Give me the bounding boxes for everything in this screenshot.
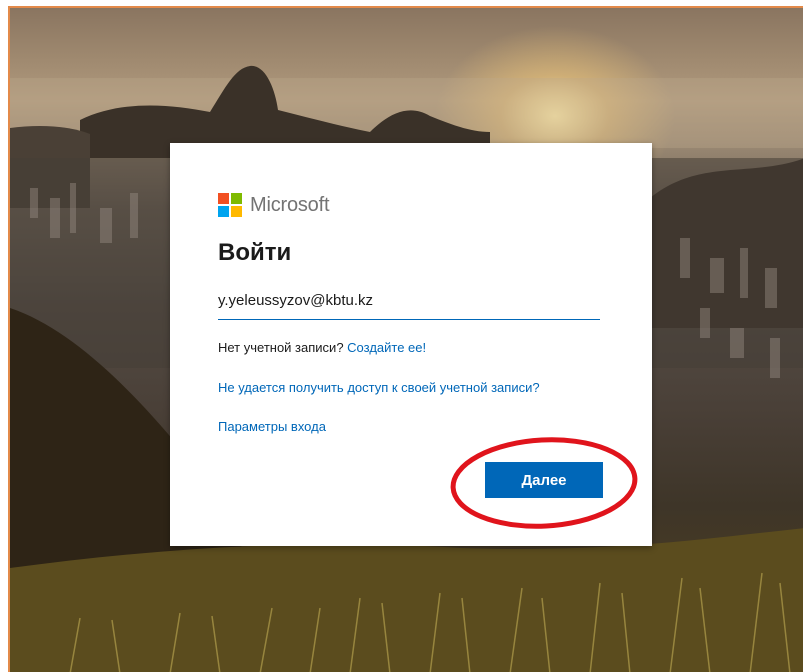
signin-options-link[interactable]: Параметры входа — [218, 419, 326, 434]
email-field[interactable] — [218, 285, 600, 315]
create-account-link[interactable]: Создайте ее! — [347, 340, 426, 355]
email-field-container — [218, 285, 600, 320]
brand-name: Microsoft — [250, 193, 330, 216]
signin-card: Microsoft Войти Нет учетной записи? Созд… — [170, 143, 652, 546]
screenshot-frame: Microsoft Войти Нет учетной записи? Созд… — [0, 0, 803, 672]
cant-access-row: Не удается получить доступ к своей учетн… — [218, 380, 540, 395]
brand-logo: Microsoft — [218, 193, 330, 217]
microsoft-logo-icon — [218, 193, 242, 217]
cant-access-account-link[interactable]: Не удается получить доступ к своей учетн… — [218, 380, 540, 395]
next-button[interactable]: Далее — [485, 462, 603, 498]
signin-options-row: Параметры входа — [218, 419, 326, 434]
no-account-text: Нет учетной записи? — [218, 340, 344, 355]
no-account-row: Нет учетной записи? Создайте ее! — [218, 340, 426, 355]
page-title: Войти — [218, 239, 292, 266]
